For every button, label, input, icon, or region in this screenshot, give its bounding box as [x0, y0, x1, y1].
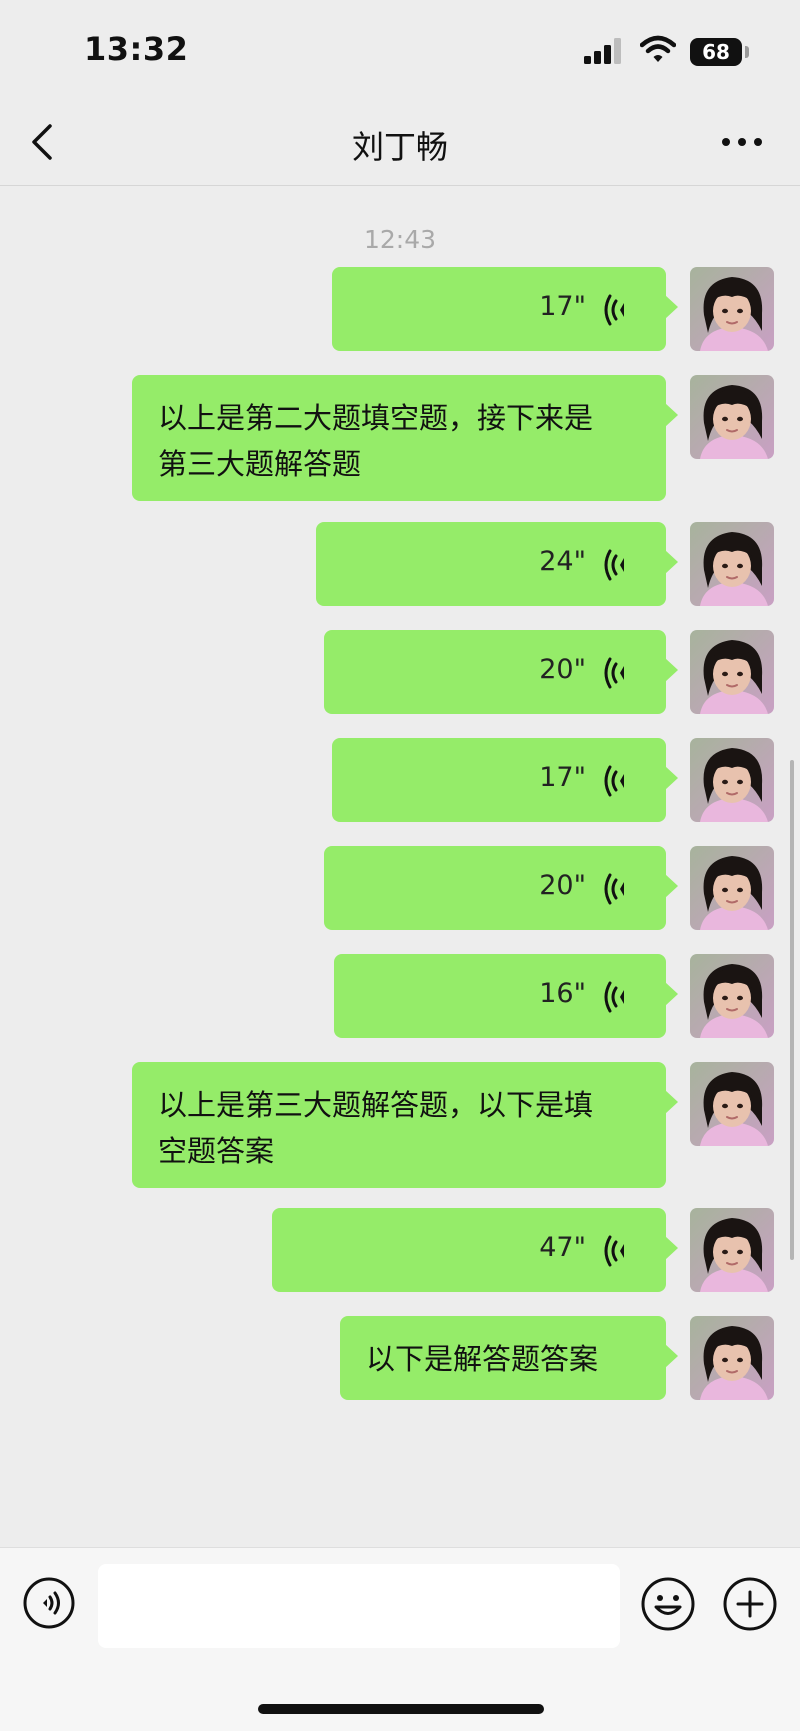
voice-input-toggle-icon[interactable]: [22, 1576, 76, 1630]
message-text: 以上是第二大题填空题，接下来是第三大题解答题: [158, 401, 594, 481]
plus-button-icon[interactable]: [722, 1576, 778, 1632]
sender-avatar[interactable]: [690, 1062, 774, 1146]
wifi-icon: [640, 35, 676, 62]
voice-duration: 16": [539, 978, 586, 1009]
sender-avatar[interactable]: [690, 846, 774, 930]
home-indicator: [258, 1704, 544, 1714]
scroll-indicator[interactable]: [790, 760, 794, 1260]
sender-avatar[interactable]: [690, 522, 774, 606]
voice-duration: 20": [539, 870, 586, 901]
voice-message-bubble[interactable]: 47": [272, 1208, 678, 1292]
voice-duration: 24": [539, 546, 586, 577]
voice-wave-icon: [604, 294, 624, 326]
voice-message-bubble[interactable]: 20": [324, 630, 678, 714]
voice-wave-icon: [604, 981, 624, 1013]
voice-message-bubble[interactable]: 20": [324, 846, 678, 930]
sender-avatar[interactable]: [690, 1316, 774, 1400]
message-input[interactable]: [98, 1564, 620, 1648]
more-options-icon[interactable]: [720, 130, 764, 154]
voice-duration: 47": [539, 1232, 586, 1263]
sender-avatar[interactable]: [690, 738, 774, 822]
back-chevron-icon[interactable]: [28, 122, 58, 162]
text-message-bubble[interactable]: 以上是第三大题解答题，以下是填空题答案: [132, 1062, 678, 1188]
sender-avatar[interactable]: [690, 267, 774, 351]
voice-wave-icon: [604, 1235, 624, 1267]
voice-wave-icon: [604, 657, 624, 689]
message-timestamp: 12:43: [363, 225, 437, 254]
voice-duration: 17": [539, 291, 586, 322]
status-bar: 13:32 68: [0, 0, 800, 100]
voice-duration: 17": [539, 762, 586, 793]
contact-name-title: 刘丁畅: [351, 128, 448, 166]
voice-wave-icon: [604, 873, 624, 905]
status-time: 13:32: [84, 30, 189, 68]
voice-message-bubble[interactable]: 17": [332, 738, 678, 822]
battery-level: 68: [702, 40, 730, 64]
battery-icon: 68: [690, 38, 742, 66]
battery-cap: [745, 46, 749, 58]
nav-bar: 刘丁畅: [0, 100, 800, 186]
voice-wave-icon: [604, 549, 624, 581]
sender-avatar[interactable]: [690, 954, 774, 1038]
signal-icon: [584, 38, 621, 64]
text-message-bubble[interactable]: 以下是解答题答案: [340, 1316, 678, 1400]
voice-message-bubble[interactable]: 24": [316, 522, 678, 606]
message-list[interactable]: 12:43 17" 以上是第二大题填空题，接下来是第三大题解答题 24" 20"…: [0, 187, 800, 1547]
voice-wave-icon: [604, 765, 624, 797]
voice-message-bubble[interactable]: 16": [334, 954, 678, 1038]
sender-avatar[interactable]: [690, 375, 774, 459]
emoji-button-icon[interactable]: [640, 1576, 696, 1632]
voice-duration: 20": [539, 654, 586, 685]
sender-avatar[interactable]: [690, 1208, 774, 1292]
chat-screen: 13:32 68 刘丁畅 12:43 17" 以上是第二大题填空题，接下来是第三…: [0, 0, 800, 1731]
text-message-bubble[interactable]: 以上是第二大题填空题，接下来是第三大题解答题: [132, 375, 678, 501]
voice-message-bubble[interactable]: 17": [332, 267, 678, 351]
sender-avatar[interactable]: [690, 630, 774, 714]
message-text: 以下是解答题答案: [366, 1342, 599, 1376]
message-text: 以上是第三大题解答题，以下是填空题答案: [158, 1088, 594, 1168]
